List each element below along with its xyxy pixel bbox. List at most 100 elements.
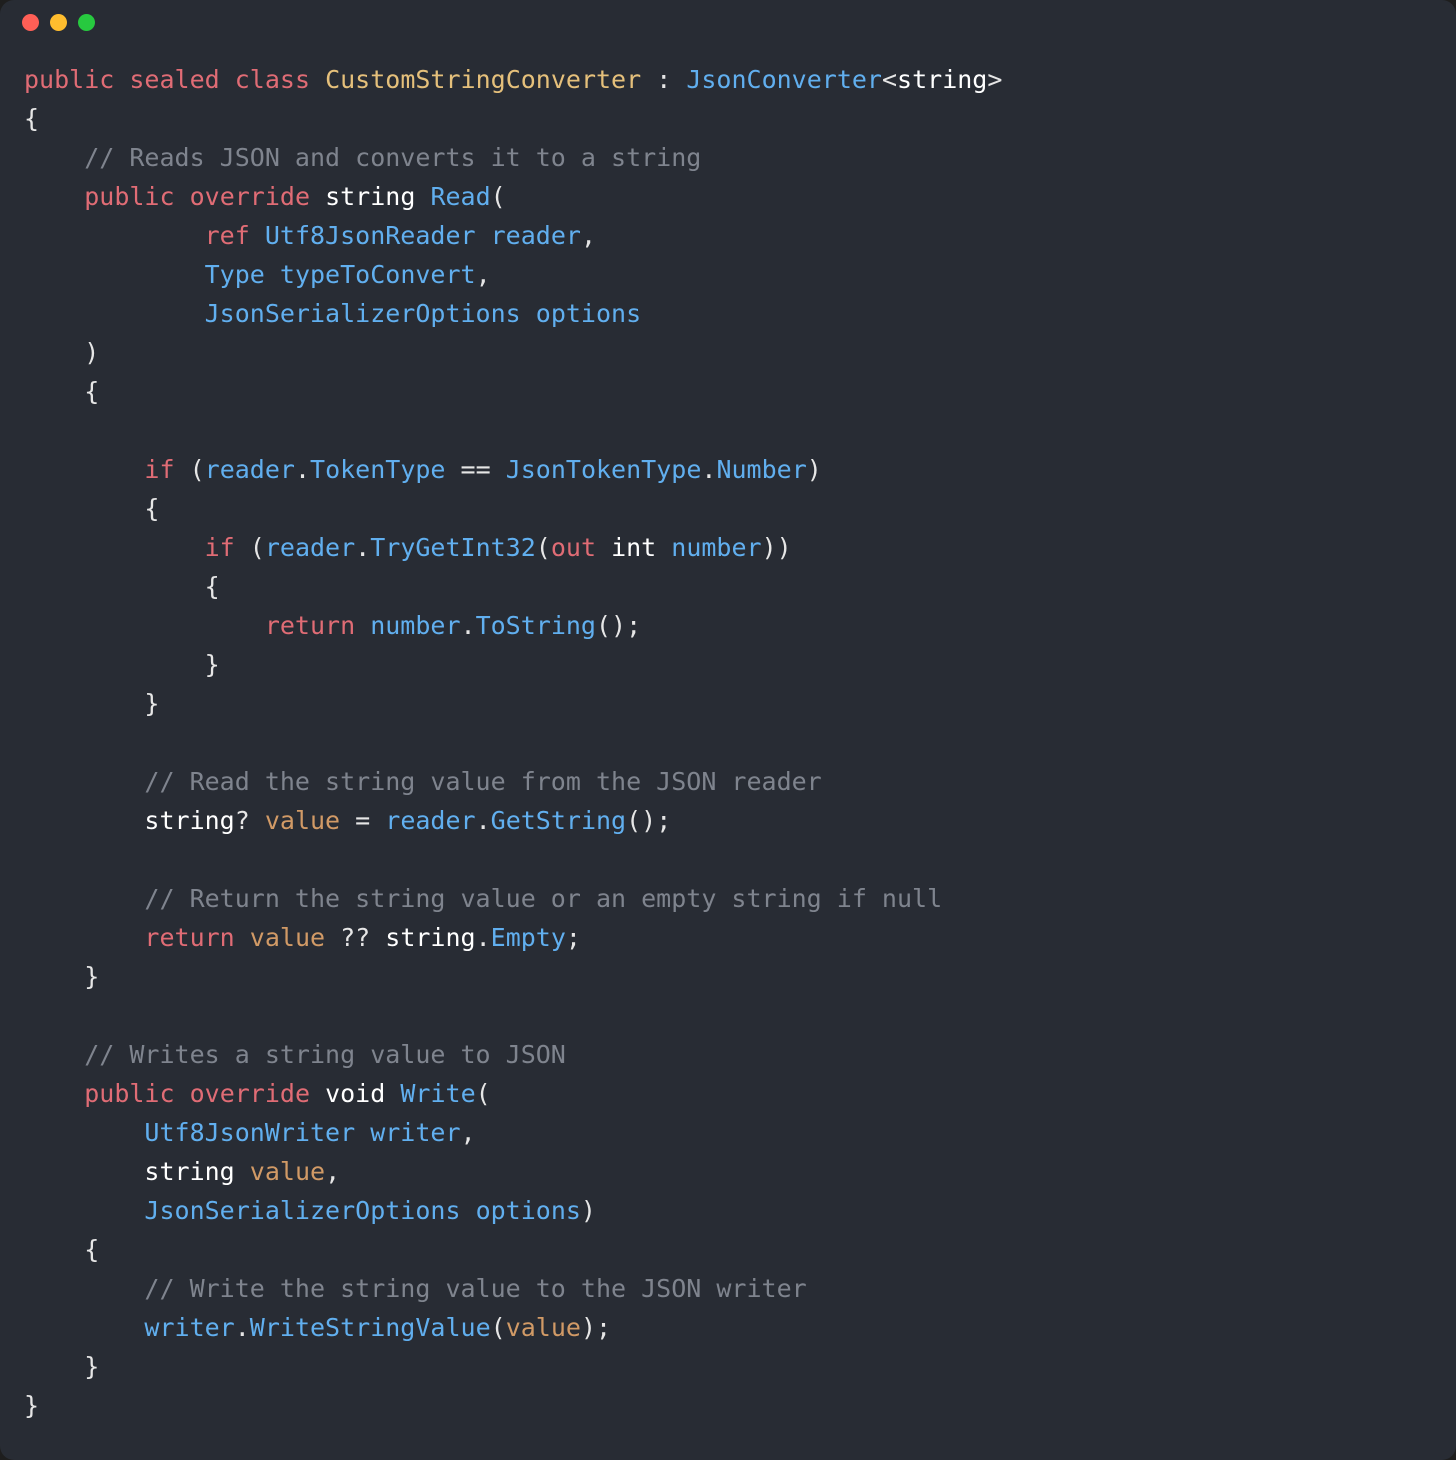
paren-open: ( [491,182,506,211]
brace-open: { [84,377,99,406]
method-writestringvalue: WriteStringValue [250,1313,491,1342]
param-options: options [476,1196,581,1225]
keyword-override: override [190,182,310,211]
code-window: public sealed class CustomStringConverte… [0,0,1456,1460]
brace-open: { [144,494,159,523]
parens-semi: (); [596,611,641,640]
paren-close: ) [807,455,822,484]
punct-dot: . [476,806,491,835]
minimize-icon[interactable] [50,14,67,31]
comment: // Return the string value or an empty s… [144,884,942,913]
punct-dot: . [235,1313,250,1342]
brace-open: { [24,104,39,133]
keyword-sealed: sealed [129,65,219,94]
type-string: string [897,65,987,94]
type-string: string [144,1157,234,1186]
op-coalesce: ?? [325,923,385,952]
punct-angle-close: > [987,65,1002,94]
type-string: string [144,806,234,835]
punct-dot: . [701,455,716,484]
type-type: Type [205,260,265,289]
punct-colon: : [641,65,686,94]
method-write: Write [400,1079,475,1108]
punct-comma: , [325,1157,340,1186]
brace-close: } [144,689,159,718]
comment: // Writes a string value to JSON [84,1040,566,1069]
close-icon[interactable] [22,14,39,31]
brace-open: { [84,1235,99,1264]
prop-tokentype: TokenType [310,455,445,484]
nullable-q: ? [235,806,265,835]
keyword-if: if [205,533,235,562]
brace-open: { [205,572,220,601]
ident-value: value [235,923,325,952]
brace-close: } [84,1352,99,1381]
paren-close: ) [84,338,99,367]
method-read: Read [430,182,490,211]
window-titlebar [0,0,1456,44]
param-number: number [671,533,761,562]
ident-value: value [506,1313,581,1342]
type-utf8jsonwriter: Utf8JsonWriter [144,1118,355,1147]
type-int: int [596,533,671,562]
keyword-override: override [190,1079,310,1108]
paren-close-semi: ); [581,1313,611,1342]
param-typetoconvert: typeToConvert [280,260,476,289]
ident-value: value [265,806,340,835]
keyword-ref: ref [205,221,250,250]
brace-close: } [84,962,99,991]
base-class: JsonConverter [686,65,882,94]
ident-reader: reader [205,455,295,484]
punct-dot: . [355,533,370,562]
maximize-icon[interactable] [78,14,95,31]
type-jsonserializeroptions: JsonSerializerOptions [144,1196,460,1225]
paren-open: ( [491,1313,506,1342]
method-trygetint32: TryGetInt32 [370,533,536,562]
comment: // Write the string value to the JSON wr… [144,1274,806,1303]
keyword-public: public [84,182,174,211]
keyword-return: return [265,611,355,640]
comment: // Read the string value from the JSON r… [144,767,821,796]
type-void: void [325,1079,385,1108]
punct-comma: , [581,221,596,250]
code-editor[interactable]: public sealed class CustomStringConverte… [0,44,1456,1449]
keyword-public: public [84,1079,174,1108]
method-tostring: ToString [476,611,596,640]
paren-close: )) [762,533,792,562]
type-jsontokentype: JsonTokenType [506,455,702,484]
param-options: options [536,299,641,328]
type-string: string [385,923,475,952]
ident-writer: writer [144,1313,234,1342]
type-jsonserializeroptions: JsonSerializerOptions [205,299,521,328]
param-value: value [250,1157,325,1186]
paren-open: ( [175,455,205,484]
op-assign: = [340,806,385,835]
keyword-public: public [24,65,114,94]
brace-close: } [205,650,220,679]
brace-close: } [24,1391,39,1420]
ident-reader: reader [385,806,475,835]
paren-open: ( [235,533,265,562]
punct-semi: ; [566,923,581,952]
keyword-class: class [235,65,310,94]
param-writer: writer [370,1118,460,1147]
parens-semi: (); [626,806,671,835]
ident-reader: reader [265,533,355,562]
op-equals: == [445,455,505,484]
punct-dot: . [295,455,310,484]
enum-number: Number [716,455,806,484]
method-getstring: GetString [491,806,626,835]
ident-number: number [355,611,460,640]
punct-angle-open: < [882,65,897,94]
class-name: CustomStringConverter [325,65,641,94]
keyword-out: out [551,533,596,562]
keyword-if: if [144,455,174,484]
keyword-return: return [144,923,234,952]
type-string: string [325,182,415,211]
paren-close: ) [581,1196,596,1225]
prop-empty: Empty [491,923,566,952]
punct-comma: , [461,1118,476,1147]
punct-comma: , [476,260,491,289]
comment: // Reads JSON and converts it to a strin… [84,143,701,172]
type-utf8jsonreader: Utf8JsonReader [265,221,476,250]
